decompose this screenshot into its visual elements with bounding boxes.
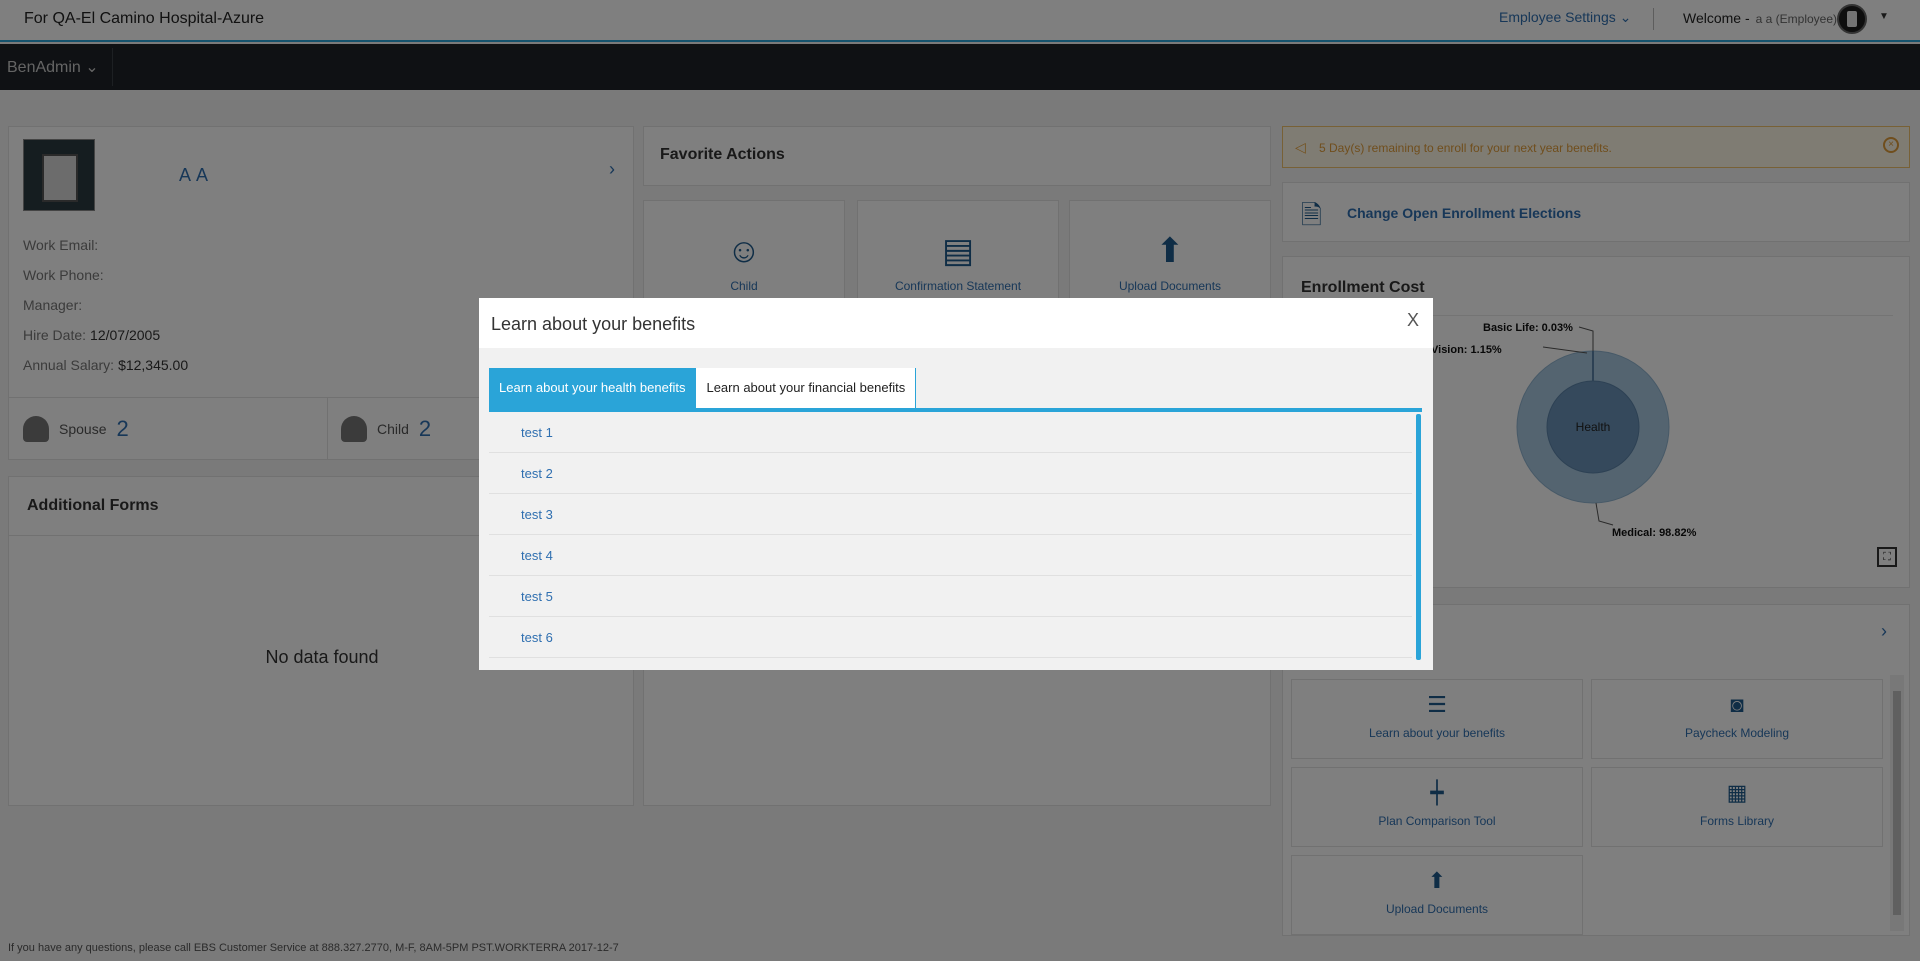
modal-close-button[interactable]: X xyxy=(1407,310,1419,331)
list-item[interactable]: test 5 xyxy=(489,576,1412,617)
list-item[interactable]: test 1 xyxy=(489,412,1412,453)
list-item[interactable]: test 6 xyxy=(489,617,1412,658)
modal-body: Learn about your health benefits Learn a… xyxy=(479,348,1433,670)
list-item[interactable]: test 2 xyxy=(489,453,1412,494)
modal-title: Learn about your benefits xyxy=(491,314,696,334)
learn-benefits-modal: Learn about your benefits X Learn about … xyxy=(479,298,1433,670)
list-item[interactable]: test 3 xyxy=(489,494,1412,535)
benefit-list: test 1 test 2 test 3 test 4 test 5 test … xyxy=(489,412,1412,660)
benefit-tabs: Learn about your health benefits Learn a… xyxy=(489,368,917,408)
tab-financial-benefits[interactable]: Learn about your financial benefits xyxy=(696,368,917,408)
list-item[interactable]: test 4 xyxy=(489,535,1412,576)
list-scrollbar[interactable] xyxy=(1416,414,1421,660)
tab-health-benefits[interactable]: Learn about your health benefits xyxy=(489,368,697,408)
